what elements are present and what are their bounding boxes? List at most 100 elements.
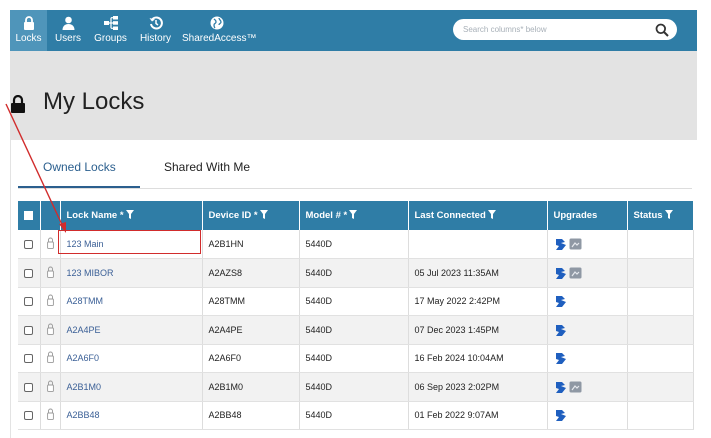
lock-type-cell [40,372,61,402]
lock-type-cell [40,287,61,316]
filter-icon[interactable] [259,210,268,219]
device-id-cell: A2BB48 [202,401,300,430]
user-icon [62,16,74,30]
lock-name-cell: A2A6F0 [60,344,203,373]
model-cell: 5440D [299,230,409,259]
filter-icon[interactable] [349,210,358,219]
row-select-cell [18,401,41,430]
model-cell: 5440D [299,315,409,345]
lock-name-link[interactable]: 123 MIBOR [67,268,114,278]
column-header-upgrades: Upgrades [547,201,628,230]
search-icon[interactable] [655,23,669,37]
table-row[interactable]: A2A4PE A2A4PE 5440D 07 Dec 2023 1:45PM [18,315,694,345]
padlock-outline-icon [46,294,54,307]
column-header-lock-name[interactable]: Lock Name * [60,201,203,230]
globe-icon [210,16,224,30]
row-checkbox[interactable] [24,354,34,364]
tab-shared-with-me[interactable]: Shared With Me [164,160,250,174]
grey-upgrade-icon[interactable] [569,381,582,393]
lock-name-link[interactable]: A2A4PE [67,325,101,335]
nav-locks-label: Locks [15,33,42,44]
column-header-last-connected[interactable]: Last Connected [408,201,548,230]
history-icon [149,16,163,30]
upgrades-cell [547,315,628,345]
padlock-outline-icon [46,351,54,364]
column-label: Status [633,210,663,221]
blue-upgrade-icon[interactable] [554,324,567,336]
last-connected-cell: 05 Jul 2023 11:35AM [408,258,548,288]
device-id-cell: A2B1HN [202,230,300,259]
status-cell [627,258,694,288]
lock-name-link[interactable]: A28TMM [67,296,104,306]
lock-name-link[interactable]: A2A6F0 [67,353,100,363]
column-label: Device ID * [208,210,258,221]
table-row[interactable]: A28TMM A28TMM 5440D 17 May 2022 2:42PM [18,287,694,316]
nav-groups[interactable]: Groups [94,14,127,51]
filter-icon[interactable] [125,210,134,219]
grey-upgrade-icon[interactable] [569,267,582,279]
lock-type-cell [40,401,61,430]
device-id-cell: A2B1M0 [202,372,300,402]
top-nav-bar: Locks Users Groups History SharedAccess™ [10,10,697,57]
nav-groups-label: Groups [94,33,127,44]
blue-upgrade-icon[interactable] [554,381,567,393]
model-cell: 5440D [299,287,409,316]
tab-owned-locks[interactable]: Owned Locks [43,160,116,174]
model-cell: 5440D [299,258,409,288]
blue-upgrade-icon[interactable] [554,352,567,365]
status-cell [627,230,694,259]
row-select-cell [18,372,41,402]
lock-name-cell: A2A4PE [60,315,203,345]
table-row[interactable]: 123 MIBOR A2AZS8 5440D 05 Jul 2023 11:35AM [18,258,694,288]
last-connected-cell: 06 Sep 2023 2:02PM [408,372,548,402]
lock-name-link[interactable]: A2B1M0 [67,382,102,392]
filter-icon[interactable] [664,210,673,219]
last-connected-cell: 17 May 2022 2:42PM [408,287,548,316]
blue-upgrade-icon[interactable] [554,409,567,422]
table-row[interactable]: A2BB48 A2BB48 5440D 01 Feb 2022 9:07AM [18,401,694,430]
nav-shared-access-label: SharedAccess™ [182,33,257,44]
row-checkbox[interactable] [24,240,34,250]
row-checkbox[interactable] [24,325,34,335]
model-cell: 5440D [299,344,409,373]
upgrades-cell [547,372,628,402]
nav-history[interactable]: History [139,14,172,51]
nav-users[interactable]: Users [54,14,82,51]
nav-locks[interactable]: Locks [10,10,47,57]
search-input[interactable] [453,19,677,40]
status-cell [627,344,694,373]
row-checkbox[interactable] [24,297,34,307]
last-connected-cell: 01 Feb 2022 9:07AM [408,401,548,430]
column-label: Upgrades [553,210,598,221]
lock-name-link[interactable]: A2BB48 [67,410,100,420]
select-all-checkbox[interactable] [24,210,34,220]
row-checkbox[interactable] [24,268,34,278]
grey-upgrade-icon[interactable] [569,238,582,250]
status-cell [627,315,694,345]
table-header-row: Lock Name * Device ID * Model # * Last C… [18,201,694,230]
filter-icon[interactable] [487,210,496,219]
row-checkbox[interactable] [24,411,34,421]
blue-upgrade-icon[interactable] [554,295,567,308]
table-row[interactable]: A2B1M0 A2B1M0 5440D 06 Sep 2023 2:02PM [18,372,694,402]
page-title: My Locks [43,88,145,115]
row-checkbox[interactable] [24,382,34,392]
annotation-highlight-box [58,230,201,254]
nav-shared-access[interactable]: SharedAccess™ [182,14,256,51]
table-body: 123 Main A2B1HN 5440D 123 MIBOR A2AZS8 5440D 0… [18,230,694,430]
column-header-device-id[interactable]: Device ID * [202,201,300,230]
upgrades-cell [547,230,628,259]
table-row[interactable]: A2A6F0 A2A6F0 5440D 16 Feb 2024 10:04AM [18,344,694,373]
last-connected-cell: 16 Feb 2024 10:04AM [408,344,548,373]
column-header-status[interactable]: Status [627,201,694,230]
blue-upgrade-icon[interactable] [554,267,567,279]
row-select-cell [18,258,41,288]
device-id-cell: A2A6F0 [202,344,300,373]
device-id-cell: A2A4PE [202,315,300,345]
column-label: Lock Name * [66,210,124,221]
device-id-cell: A2AZS8 [202,258,300,288]
column-header-model[interactable]: Model # * [299,201,409,230]
status-cell [627,287,694,316]
lock-type-cell [40,315,61,345]
blue-upgrade-icon[interactable] [554,238,567,250]
